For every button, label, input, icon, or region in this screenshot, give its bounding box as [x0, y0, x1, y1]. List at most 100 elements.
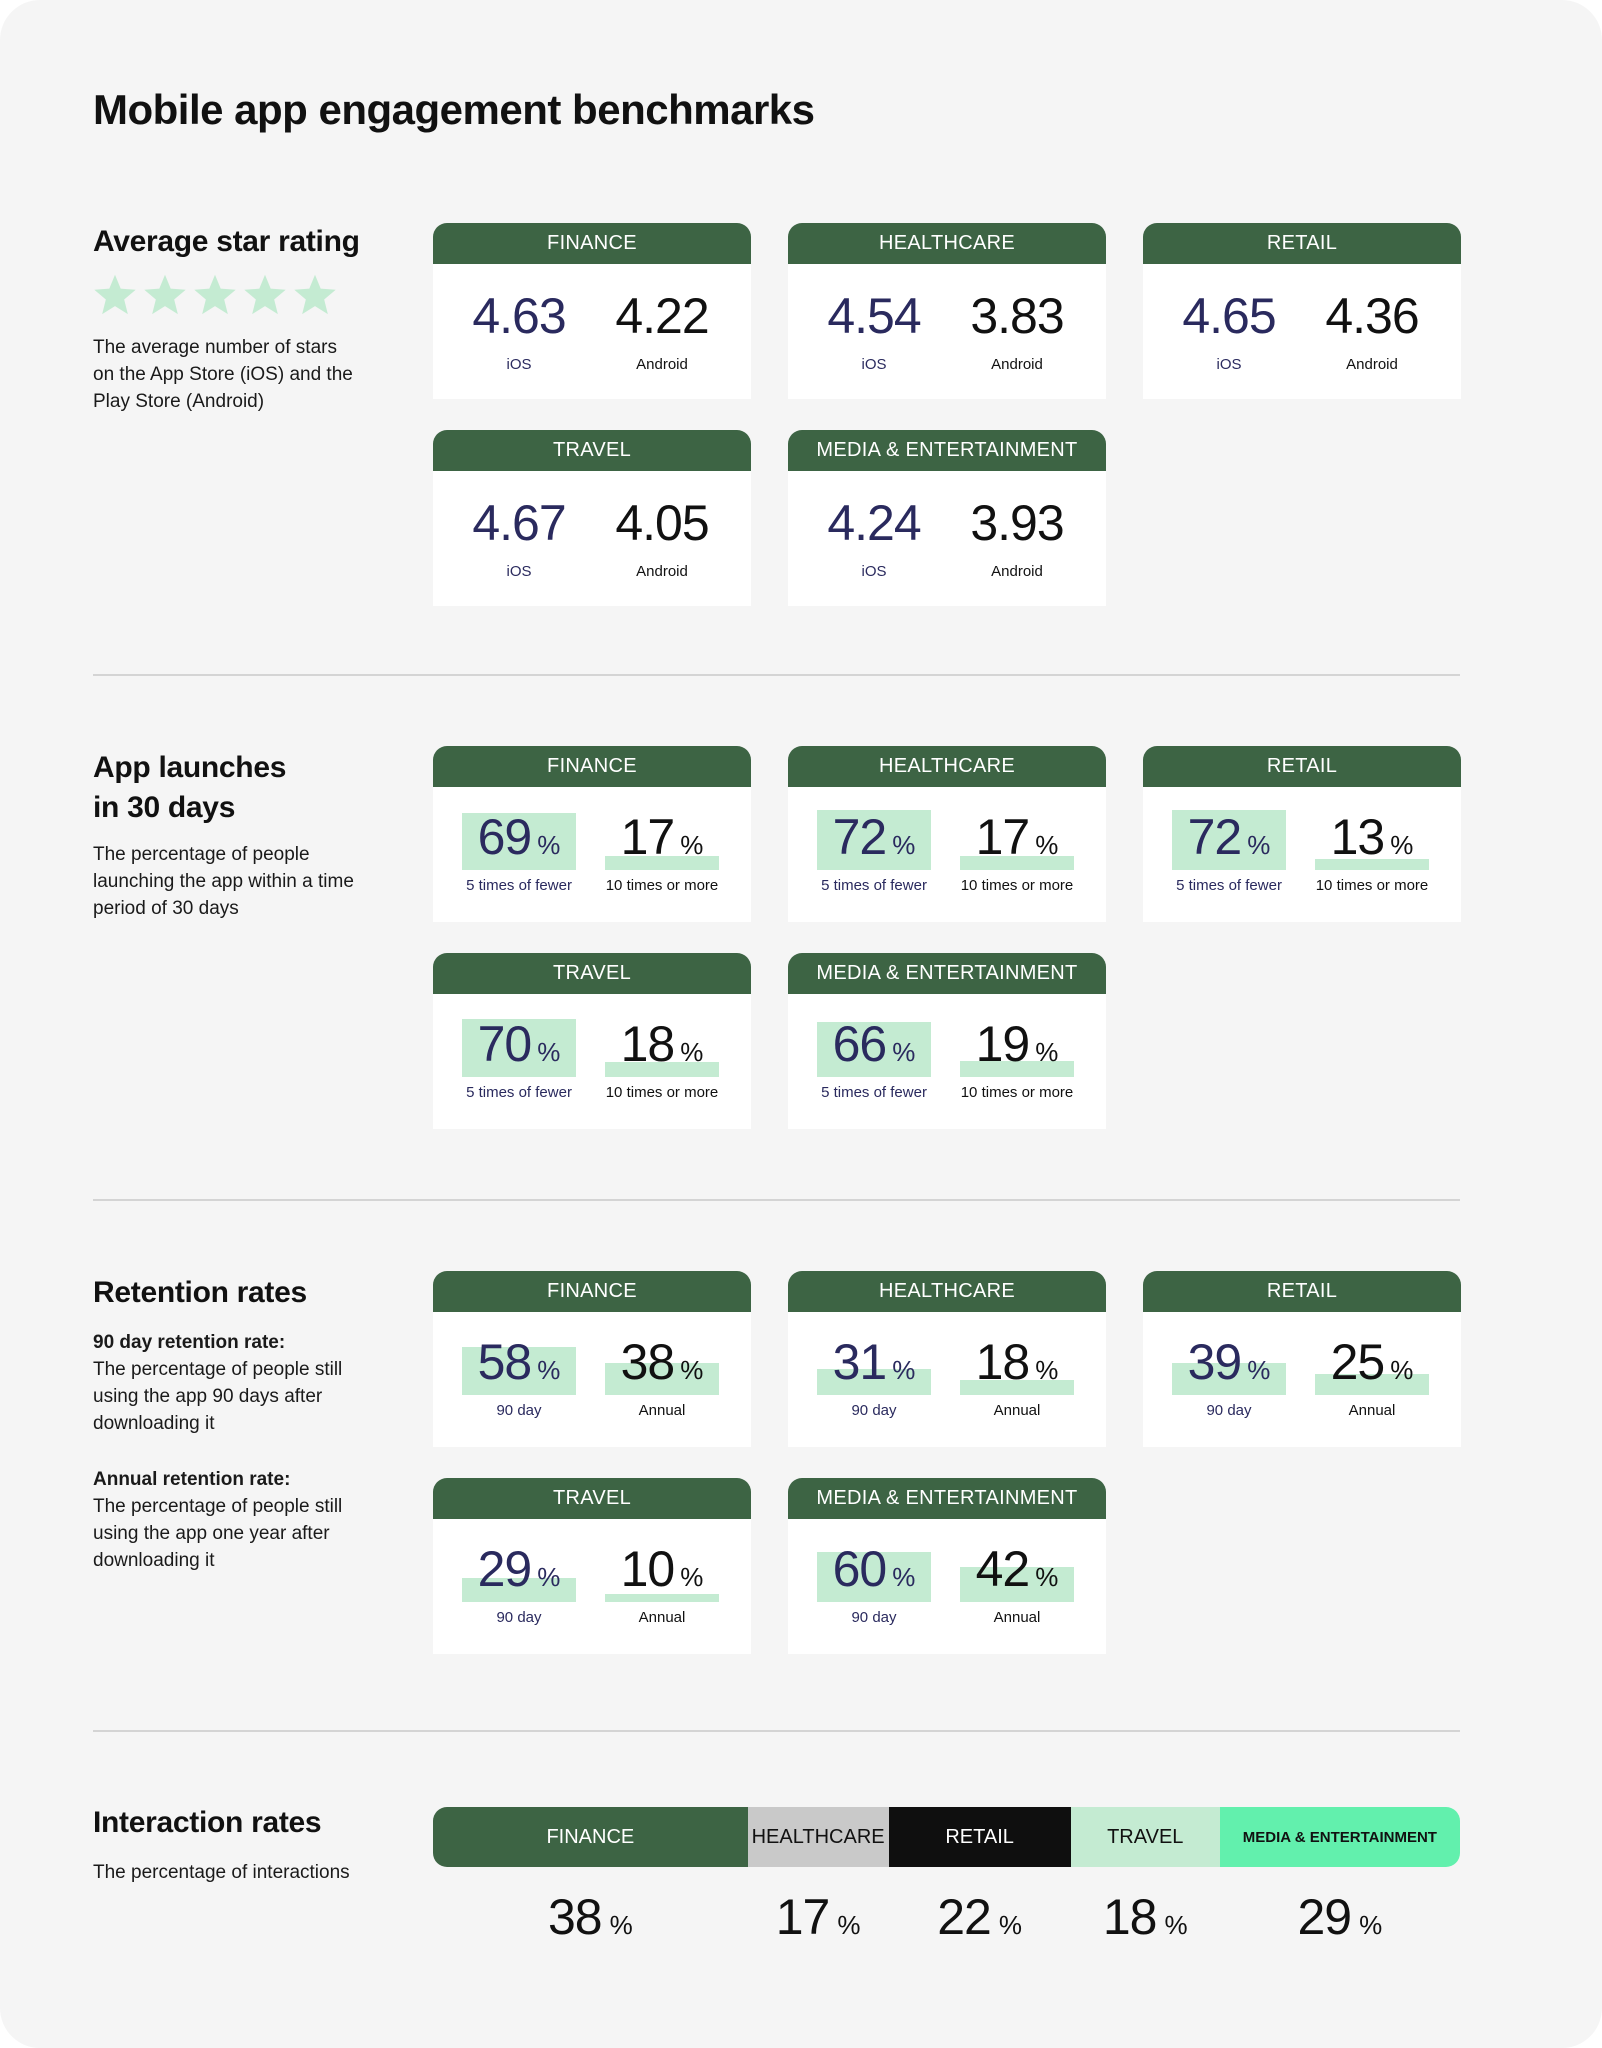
percent-sign: % — [892, 1037, 916, 1067]
metric-caption: 5 times of fewer — [1176, 877, 1282, 894]
percent-sign: % — [680, 830, 704, 860]
metric-5-times-of-fewer: 69% 5 times of fewer — [462, 787, 576, 922]
metric-value: 17% — [605, 809, 719, 873]
metric-5-times-of-fewer: 72% 5 times of fewer — [817, 787, 931, 922]
metric-value: 31% — [817, 1334, 931, 1398]
metric-value: 4.24 — [817, 495, 931, 551]
metric-android: 4.22 Android — [605, 264, 719, 399]
card-body: 29% 90 day 10% Annual — [433, 1519, 751, 1654]
metric-caption: 10 times or more — [605, 1084, 719, 1101]
card-header: RETAIL — [1143, 746, 1461, 787]
card-body: 60% 90 day 42% Annual — [788, 1519, 1106, 1654]
launches-title-line1: App launches — [93, 751, 287, 784]
section-divider — [93, 1730, 1460, 1732]
value-number: 69 — [477, 809, 533, 865]
percent-sign: % — [537, 830, 561, 860]
metric-value: 42% — [960, 1541, 1074, 1605]
value-number: 3.83 — [970, 288, 1064, 344]
metric-value: 4.65 — [1172, 288, 1286, 344]
value-number: 3.93 — [970, 495, 1064, 551]
interaction-value-finance: 38% — [433, 1888, 748, 1958]
percent-sign: % — [537, 1355, 561, 1385]
stack-segment-finance: FINANCE — [433, 1807, 748, 1867]
retention-section-title: Retention rates — [93, 1276, 307, 1309]
card-travel: TRAVEL 29% 90 day 10% Annual — [433, 1478, 751, 1654]
value-number: 17 — [775, 1889, 831, 1945]
metric-value: 72% — [1172, 809, 1286, 873]
metric-value: 3.83 — [960, 288, 1074, 344]
metric-caption: iOS — [861, 563, 887, 580]
metric-caption: 5 times of fewer — [466, 1084, 572, 1101]
star-icon — [94, 274, 136, 315]
value-number: 72 — [832, 809, 888, 865]
star-icon — [244, 274, 286, 315]
value-number: 38 — [547, 1889, 603, 1945]
card-retail: RETAIL 4.65 iOS 4.36 Android — [1143, 223, 1461, 399]
card-finance: FINANCE 69% 5 times of fewer 17% 10 times or… — [433, 746, 751, 922]
card-media-and-entertainment: MEDIA & ENTERTAINMENT 60% 90 day 42% Annual — [788, 1478, 1106, 1654]
card-header: FINANCE — [433, 1271, 751, 1312]
metric-value: 4.05 — [605, 495, 719, 551]
metric-value: 66% — [817, 1016, 931, 1080]
percent-sign: % — [537, 1562, 561, 1592]
rating-section-title: Average star rating — [93, 225, 360, 258]
percent-sign: % — [609, 1910, 633, 1940]
metric-caption: Android — [991, 356, 1043, 373]
metric-android: 3.93 Android — [960, 471, 1074, 606]
card-body: 4.24 iOS 3.93 Android — [788, 471, 1106, 606]
card-header: RETAIL — [1143, 223, 1461, 264]
percent-sign: % — [1035, 1355, 1059, 1385]
value-number: 25 — [1330, 1334, 1386, 1390]
metric-caption: 5 times of fewer — [821, 1084, 927, 1101]
stack-segment-healthcare: HEALTHCARE — [747, 1807, 889, 1867]
card-body: 58% 90 day 38% Annual — [433, 1312, 751, 1447]
metric-caption: Annual — [638, 1402, 686, 1419]
value-number: 29 — [477, 1541, 533, 1597]
launches-section-description: The percentage of people launching the a… — [93, 844, 354, 919]
metric-value: 29% — [462, 1541, 576, 1605]
card-header: TRAVEL — [433, 953, 751, 994]
metric-caption: 10 times or more — [605, 877, 719, 894]
metric-value: 18% — [960, 1334, 1074, 1398]
percent-sign: % — [837, 1910, 861, 1940]
metric-android: 3.83 Android — [960, 264, 1074, 399]
metric-value: 10% — [605, 1541, 719, 1605]
value-number: 22 — [937, 1889, 992, 1945]
metric-90-day: 31% 90 day — [817, 1312, 931, 1447]
metric-value: 4.63 — [462, 288, 576, 344]
metric-annual: 38% Annual — [605, 1312, 719, 1447]
percent-sign: % — [1359, 1910, 1383, 1940]
interaction-values-row: 38% 17% 22% 18% 29% — [433, 1888, 1460, 1958]
value-number: 18 — [975, 1334, 1031, 1390]
percent-sign: % — [680, 1355, 704, 1385]
metric-value: 13% — [1315, 809, 1429, 873]
interaction-section-description: The percentage of interactions — [93, 1862, 350, 1883]
card-body: 66% 5 times of fewer 19% 10 times or more — [788, 994, 1106, 1129]
card-body: 69% 5 times of fewer 17% 10 times or more — [433, 787, 751, 922]
percent-sign: % — [892, 1355, 916, 1385]
metric-value: 25% — [1315, 1334, 1429, 1398]
interaction-value-media-and-entertainment: 29% — [1220, 1888, 1460, 1958]
percent-sign: % — [1035, 830, 1059, 860]
card-body: 70% 5 times of fewer 18% 10 times or more — [433, 994, 751, 1129]
section-divider — [93, 674, 1460, 676]
interaction-value-travel: 18% — [1071, 1888, 1220, 1958]
metric-90-day: 58% 90 day — [462, 1312, 576, 1447]
value-number: 4.05 — [615, 495, 709, 551]
value-number: 17 — [975, 809, 1031, 865]
metric-value: 4.54 — [817, 288, 931, 344]
value-number: 19 — [975, 1016, 1031, 1072]
metric-value: 4.22 — [605, 288, 719, 344]
metric-caption: Annual — [638, 1609, 686, 1626]
value-number: 4.67 — [472, 495, 566, 551]
metric-value: 60% — [817, 1541, 931, 1605]
stack-segment-travel: TRAVEL — [1070, 1807, 1220, 1867]
metric-value: 38% — [605, 1334, 719, 1398]
metric-value: 4.36 — [1315, 288, 1429, 344]
star-icon — [144, 274, 186, 315]
page-title: Mobile app engagement benchmarks — [93, 86, 815, 133]
percent-sign: % — [1247, 830, 1271, 860]
percent-sign: % — [892, 1562, 916, 1592]
metric-annual: 10% Annual — [605, 1519, 719, 1654]
percent-sign: % — [1247, 1355, 1271, 1385]
